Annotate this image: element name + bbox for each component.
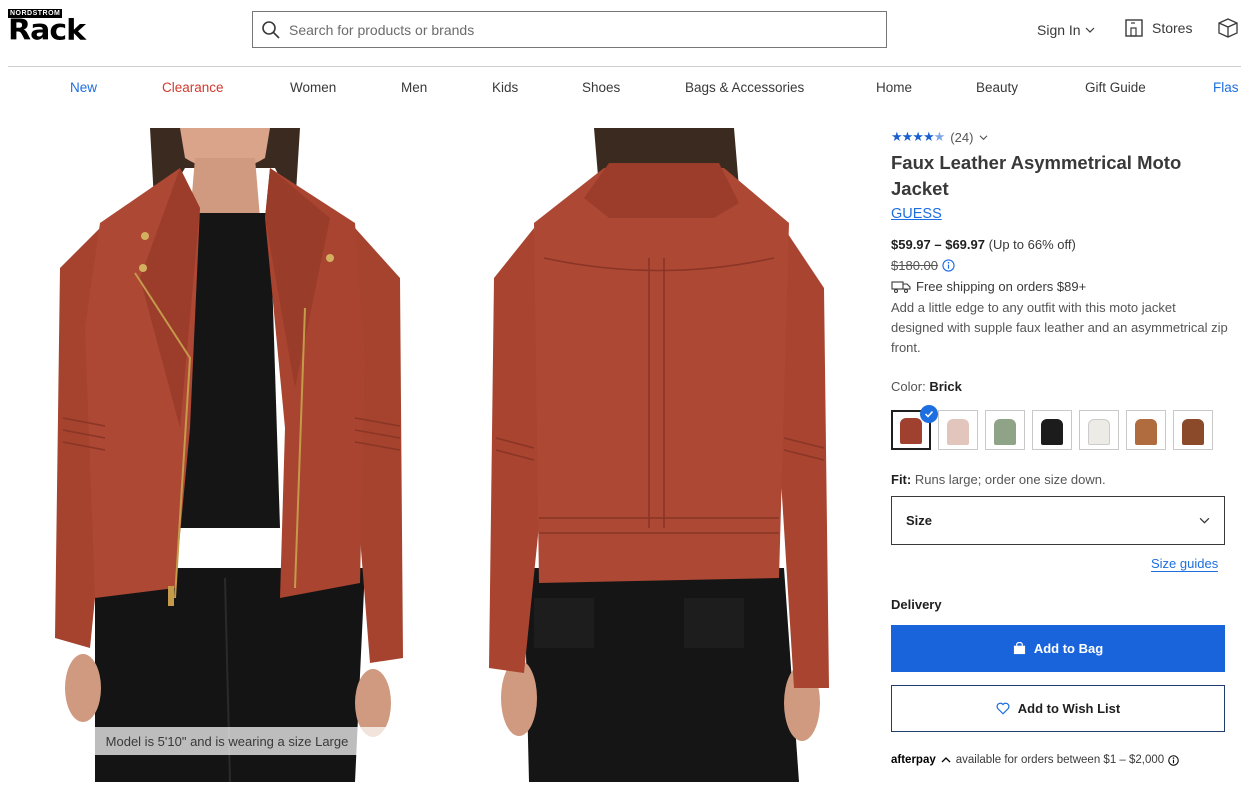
stores-link[interactable]: Stores xyxy=(1124,18,1192,38)
shipping-info: Free shipping on orders $89+ xyxy=(891,279,1086,294)
search-icon xyxy=(262,20,280,39)
model-size-caption: Model is 5'10" and is wearing a size Lar… xyxy=(68,727,386,755)
add-to-bag-label: Add to Bag xyxy=(1033,641,1104,656)
nav-item-shoes[interactable]: Shoes xyxy=(582,80,620,95)
color-label: Color: xyxy=(891,379,926,394)
info-icon[interactable] xyxy=(1168,754,1179,766)
original-price: $180.00 xyxy=(891,258,938,273)
rating-count: (24) xyxy=(950,129,974,145)
add-to-bag-button[interactable]: Add to Bag xyxy=(891,625,1225,672)
nav-item-women[interactable]: Women xyxy=(290,80,336,95)
swatch-brown[interactable] xyxy=(1173,410,1213,450)
bag-button[interactable] xyxy=(1217,17,1239,44)
search-bar[interactable] xyxy=(252,11,887,48)
size-guides-link[interactable]: Size guides xyxy=(1151,556,1219,572)
store-icon xyxy=(1125,19,1143,37)
category-nav: New Clearance Women Men Kids Shoes Bags … xyxy=(0,80,1241,100)
nordstrom-rack-logo[interactable]: NORDSTROM Rack xyxy=(8,9,108,48)
search-input[interactable] xyxy=(289,21,869,38)
add-to-wish-list-label: Add to Wish List xyxy=(1017,701,1121,716)
star-rating-icon: ★★★★★ xyxy=(891,129,945,144)
original-price-row: $180.00 xyxy=(891,258,955,273)
logo-big-text: Rack xyxy=(8,13,86,48)
bag-box-icon xyxy=(1218,18,1238,38)
nav-item-new[interactable]: New xyxy=(70,80,97,95)
afterpay-logo: afterpay xyxy=(891,754,936,766)
product-title: Faux Leather Asymmetrical Moto Jacket xyxy=(891,152,1182,199)
rating-summary[interactable]: ★★★★★ (24) xyxy=(891,129,988,145)
size-select-label: Size xyxy=(906,513,933,528)
sale-price: $59.97 – $69.97 xyxy=(891,237,985,252)
heart-icon xyxy=(996,702,1010,715)
swatch-black[interactable] xyxy=(1032,410,1072,450)
product-image-front[interactable] xyxy=(55,128,405,782)
nav-item-men[interactable]: Men xyxy=(401,80,427,95)
nav-item-gift-guide[interactable]: Gift Guide xyxy=(1085,80,1146,95)
fit-text: Runs large; order one size down. xyxy=(914,472,1106,487)
shipping-text: Free shipping on orders $89+ xyxy=(916,279,1087,294)
discount-text: (Up to 66% off) xyxy=(988,237,1076,252)
truck-icon xyxy=(891,280,911,293)
nav-item-kids[interactable]: Kids xyxy=(492,80,518,95)
color-label-row: Color: Brick xyxy=(891,379,962,394)
afterpay-info: afterpay available for orders between $1… xyxy=(891,754,1179,766)
swatch-sage[interactable] xyxy=(985,410,1025,450)
product-description: Add a little edge to any outfit with thi… xyxy=(891,300,1228,355)
stores-label: Stores xyxy=(1152,20,1193,36)
color-value: Brick xyxy=(929,379,962,394)
fit-info: Fit: Runs large; order one size down. xyxy=(891,472,1106,487)
price-range: $59.97 – $69.97 (Up to 66% off) xyxy=(891,237,1076,252)
color-swatches xyxy=(891,410,1213,450)
nav-item-beauty[interactable]: Beauty xyxy=(976,80,1018,95)
swatch-cognac[interactable] xyxy=(1126,410,1166,450)
product-image-back[interactable] xyxy=(484,128,834,782)
shopping-bag-icon xyxy=(1013,642,1025,655)
chevron-down-icon xyxy=(979,134,988,140)
brand-link[interactable]: GUESS xyxy=(891,206,942,222)
nav-item-bags-accessories[interactable]: Bags & Accessories xyxy=(685,80,804,95)
fit-label: Fit: xyxy=(891,472,912,487)
swatch-white[interactable] xyxy=(1079,410,1119,450)
chevron-down-icon xyxy=(1085,27,1095,33)
nav-item-flash[interactable]: Flas xyxy=(1213,80,1239,95)
sign-in-menu[interactable]: Sign In xyxy=(1037,22,1095,38)
afterpay-arrows-icon xyxy=(941,757,951,763)
sign-in-label: Sign In xyxy=(1037,22,1081,38)
delivery-heading: Delivery xyxy=(891,597,942,612)
swatch-blush[interactable] xyxy=(938,410,978,450)
afterpay-text: available for orders between $1 – $2,000 xyxy=(955,754,1165,766)
info-icon[interactable] xyxy=(942,259,955,272)
header-divider xyxy=(8,66,1241,67)
add-to-wish-list-button[interactable]: Add to Wish List xyxy=(891,685,1225,732)
nav-item-clearance[interactable]: Clearance xyxy=(162,80,224,95)
selected-check-icon xyxy=(920,405,938,423)
chevron-down-icon xyxy=(1199,517,1210,524)
nav-item-home[interactable]: Home xyxy=(876,80,912,95)
size-select[interactable]: Size xyxy=(891,496,1225,545)
